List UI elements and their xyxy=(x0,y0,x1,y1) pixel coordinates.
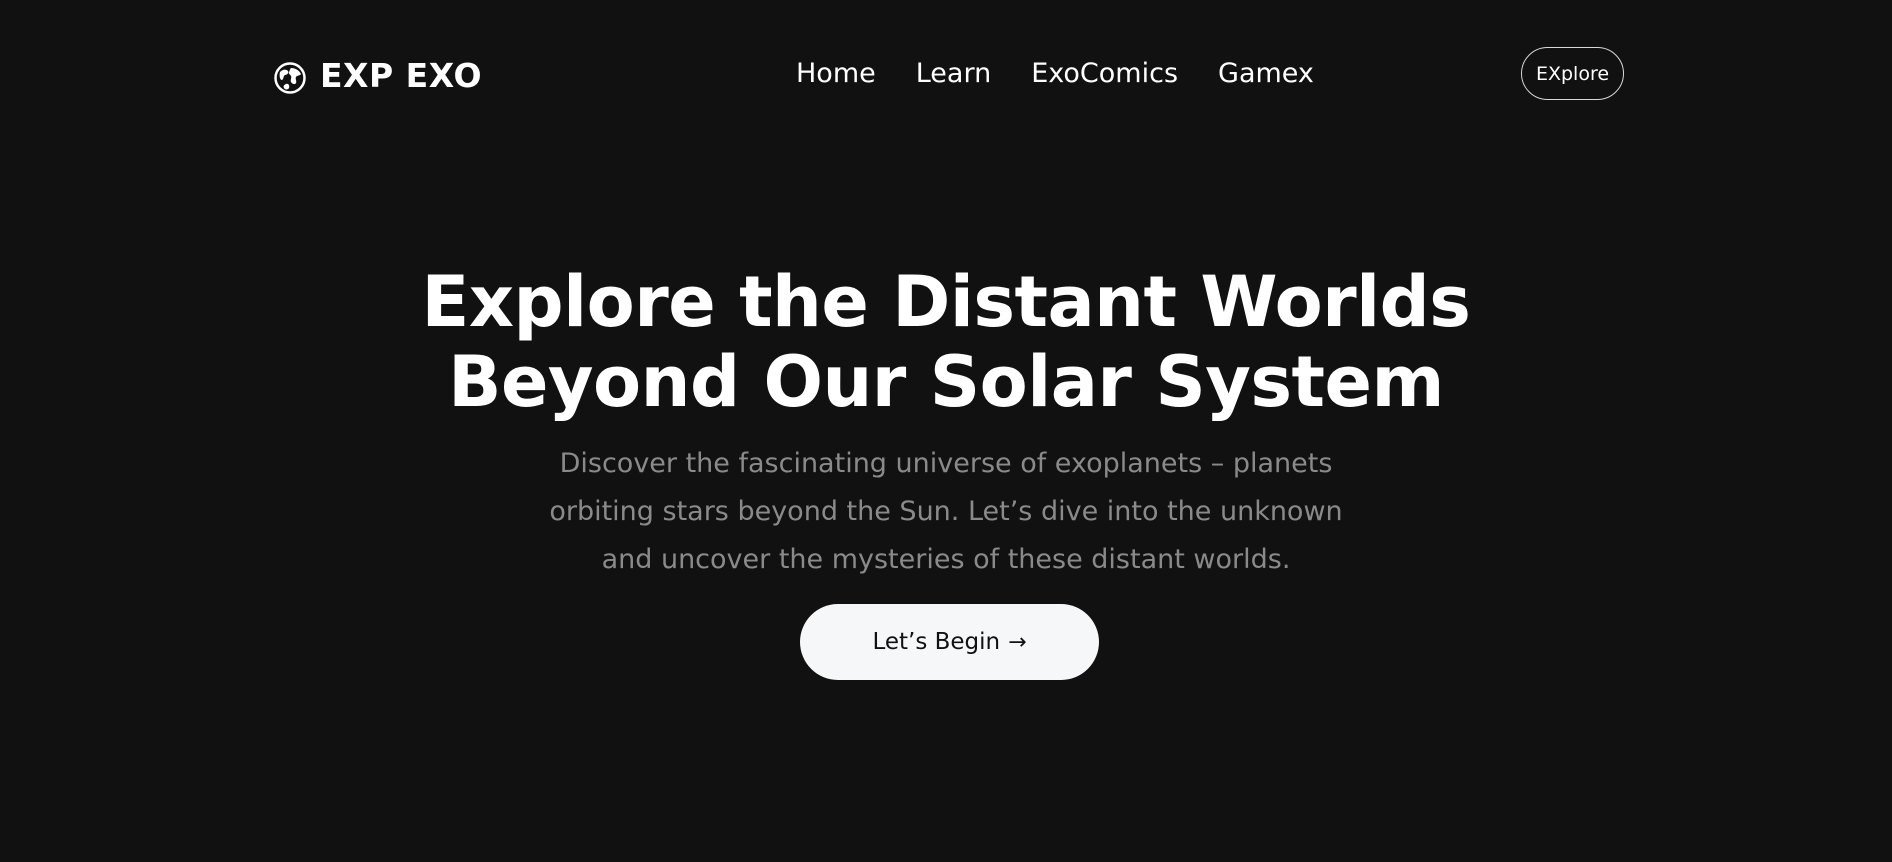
arrow-right-icon: → xyxy=(1008,629,1027,655)
nav-item-home[interactable]: Home xyxy=(796,52,876,96)
brand-logo[interactable]: EXP EXO xyxy=(274,54,482,98)
hero-subtitle-line: orbiting stars beyond the Sun. Let’s div… xyxy=(549,496,1343,527)
explore-button[interactable]: EXplore xyxy=(1521,47,1624,100)
nav-item-exocomics[interactable]: ExoComics xyxy=(1031,52,1178,96)
hero-title-line: Beyond Our Solar System xyxy=(448,341,1444,423)
hero-subtitle: Discover the fascinating universe of exo… xyxy=(496,440,1396,584)
lets-begin-button[interactable]: Let’s Begin → xyxy=(800,604,1099,680)
hero-title-line: Explore the Distant Worlds xyxy=(421,261,1471,343)
page: EXP EXO Home Learn ExoComics Gamex EXplo… xyxy=(0,0,1892,862)
lets-begin-label: Let’s Begin xyxy=(872,629,1001,655)
site-header: EXP EXO Home Learn ExoComics Gamex EXplo… xyxy=(0,0,1892,150)
hero-subtitle-line: Discover the fascinating universe of exo… xyxy=(559,448,1333,479)
hero-subtitle-line: and uncover the mysteries of these dista… xyxy=(601,544,1291,575)
main-nav: Home Learn ExoComics Gamex xyxy=(796,52,1314,96)
brand-name: EXP EXO xyxy=(320,56,483,95)
globe-icon xyxy=(274,62,306,94)
nav-item-gamex[interactable]: Gamex xyxy=(1218,52,1314,96)
nav-item-learn[interactable]: Learn xyxy=(916,52,991,96)
hero-title: Explore the Distant Worlds Beyond Our So… xyxy=(0,262,1892,422)
